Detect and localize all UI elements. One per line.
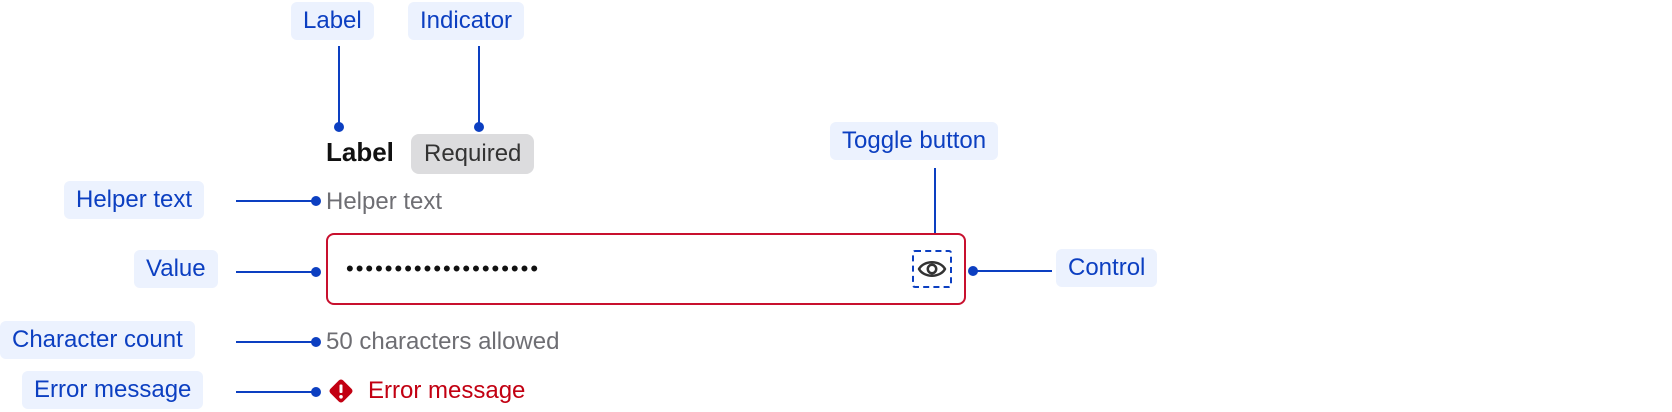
annotation-value: Value	[134, 250, 218, 288]
leader-dot-helper-text	[311, 196, 321, 206]
input-value[interactable]: ••••••••••••••••••••	[346, 235, 540, 303]
leader-line-character-count	[236, 341, 314, 343]
annotation-error-message: Error message	[22, 371, 204, 409]
leader-line-value	[236, 271, 314, 273]
leader-dot-error-message	[311, 387, 321, 397]
leader-dot-label	[334, 122, 344, 132]
leader-line-label	[338, 46, 340, 128]
annotation-label: Label	[291, 2, 374, 40]
leader-line-indicator	[478, 46, 480, 128]
annotation-character-count: Character count	[0, 321, 195, 359]
required-indicator: Required	[411, 134, 535, 174]
error-message: Error message	[368, 377, 526, 404]
annotation-helper-text: Helper text	[64, 181, 205, 219]
eye-icon	[917, 261, 947, 277]
error-diamond-icon	[329, 379, 353, 403]
leader-dot-value	[311, 267, 321, 277]
annotation-control: Control	[1056, 249, 1158, 287]
character-count: 50 characters allowed	[326, 328, 560, 355]
field-label: Label	[326, 137, 394, 167]
visibility-toggle-button[interactable]	[912, 250, 952, 288]
leader-line-control	[972, 270, 1052, 272]
leader-dot-indicator	[474, 122, 484, 132]
leader-line-error-message	[236, 391, 314, 393]
leader-dot-character-count	[311, 337, 321, 347]
password-input[interactable]: ••••••••••••••••••••	[326, 233, 966, 305]
annotation-indicator: Indicator	[408, 2, 525, 40]
leader-line-helper-text	[236, 200, 314, 202]
annotation-toggle-button: Toggle button	[830, 122, 999, 160]
leader-dot-control	[968, 266, 978, 276]
helper-text: Helper text	[326, 188, 443, 215]
